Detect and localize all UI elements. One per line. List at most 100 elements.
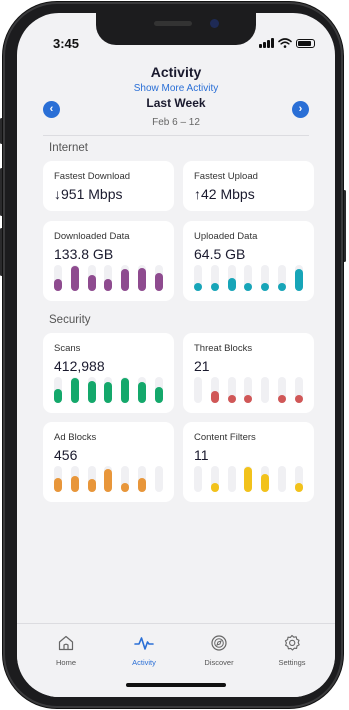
bar-fill	[227, 278, 236, 291]
bar-fill	[54, 279, 62, 291]
scans-card[interactable]: Scans 412,988	[43, 333, 174, 413]
bar-fill	[210, 283, 219, 291]
bar-fill	[54, 389, 62, 403]
show-more-activity-link[interactable]: Show More Activity	[17, 83, 335, 94]
bar-track	[87, 265, 96, 291]
bar-track	[121, 377, 130, 403]
bar-track	[210, 377, 219, 403]
bar-track	[294, 265, 303, 291]
tab-settings[interactable]: Settings	[262, 634, 322, 667]
bar-fill	[87, 275, 96, 291]
tab-label: Home	[55, 658, 76, 667]
bar-fill	[70, 476, 79, 492]
downloaded-chart	[54, 265, 163, 291]
bar-fill	[154, 387, 163, 403]
bar-track	[261, 466, 270, 492]
bar-track	[294, 377, 303, 403]
bar-track	[261, 265, 270, 291]
battery-icon	[296, 39, 315, 48]
page-title: Activity	[150, 64, 202, 80]
uploaded-data-card[interactable]: Uploaded Data 64.5 GB	[183, 221, 314, 301]
bar-track	[138, 466, 147, 492]
tab-label: Discover	[204, 658, 234, 667]
bar-track	[278, 377, 287, 403]
bar-track	[121, 466, 130, 492]
chevron-right-icon: ›	[298, 103, 303, 115]
card-value: ↑42 Mbps	[194, 186, 255, 202]
bar-track	[104, 265, 113, 291]
bar-fill	[278, 283, 287, 291]
date-range: Feb 6 – 12	[152, 117, 200, 128]
bar-track	[194, 377, 202, 403]
tab-bar: Home Activity Discover Settings	[17, 623, 335, 697]
bar-track	[138, 265, 147, 291]
bar-fill	[138, 382, 147, 403]
card-value: ↓951 Mbps	[54, 186, 123, 202]
header-divider	[43, 135, 309, 136]
bar-track	[104, 377, 113, 403]
bar-track	[154, 377, 163, 403]
bar-track	[54, 377, 62, 403]
threat-blocks-card[interactable]: Threat Blocks 21	[183, 333, 314, 413]
bar-track	[54, 265, 62, 291]
tab-home[interactable]: Home	[36, 634, 96, 667]
front-camera	[210, 19, 219, 28]
bar-track	[154, 265, 163, 291]
bar-fill	[121, 483, 130, 492]
bar-track	[121, 265, 130, 291]
bar-track	[194, 265, 202, 291]
home-icon	[58, 635, 74, 651]
tab-label: Settings	[278, 658, 306, 667]
tab-label: Activity	[132, 658, 156, 667]
period-label: Last Week	[146, 96, 206, 110]
bar-track	[54, 466, 62, 492]
bar-fill	[294, 395, 303, 403]
bar-track	[87, 377, 96, 403]
bar-track	[154, 466, 163, 492]
bar-track	[227, 265, 236, 291]
card-label: Fastest Upload	[194, 171, 258, 182]
ad-blocks-chart	[54, 466, 163, 492]
bar-track	[194, 466, 202, 492]
bar-fill	[87, 479, 96, 492]
bar-track	[210, 466, 219, 492]
content-filters-chart	[194, 466, 303, 492]
activity-icon	[134, 637, 154, 650]
tab-discover[interactable]: Discover	[189, 634, 249, 667]
phone-frame: 3:45 Activity Show More Activity ‹ Last …	[3, 2, 343, 708]
bar-fill	[154, 273, 163, 291]
bar-track	[278, 466, 287, 492]
fastest-download-card[interactable]: Fastest Download ↓951 Mbps	[43, 161, 174, 211]
fastest-upload-card[interactable]: Fastest Upload ↑42 Mbps	[183, 161, 314, 211]
internet-section-label: Internet	[49, 142, 88, 154]
card-value: 64.5 GB	[194, 246, 246, 262]
card-value: 456	[54, 447, 78, 463]
card-value: 133.8 GB	[54, 246, 114, 262]
cellular-signal-icon	[259, 38, 274, 48]
speaker	[154, 21, 192, 26]
bar-fill	[278, 395, 287, 403]
tab-activity[interactable]: Activity	[114, 634, 174, 667]
bar-track	[244, 265, 253, 291]
bar-track	[244, 377, 253, 403]
wifi-icon	[278, 38, 292, 48]
power-button	[343, 190, 346, 262]
card-label: Downloaded Data	[54, 231, 130, 242]
bar-fill	[70, 378, 79, 403]
bar-track	[278, 265, 287, 291]
bar-fill	[138, 268, 147, 291]
next-week-button[interactable]: ›	[292, 101, 309, 118]
downloaded-data-card[interactable]: Downloaded Data 133.8 GB	[43, 221, 174, 301]
card-label: Uploaded Data	[194, 231, 258, 242]
bar-track	[138, 377, 147, 403]
bar-fill	[104, 382, 113, 403]
bar-fill	[294, 483, 303, 492]
status-time: 3:45	[53, 36, 80, 51]
bar-track	[87, 466, 96, 492]
content-filters-card[interactable]: Content Filters 11	[183, 422, 314, 502]
bar-track	[210, 265, 219, 291]
card-label: Threat Blocks	[194, 343, 253, 354]
ad-blocks-card[interactable]: Ad Blocks 456	[43, 422, 174, 502]
bar-fill	[104, 469, 113, 492]
bar-track	[70, 265, 79, 291]
